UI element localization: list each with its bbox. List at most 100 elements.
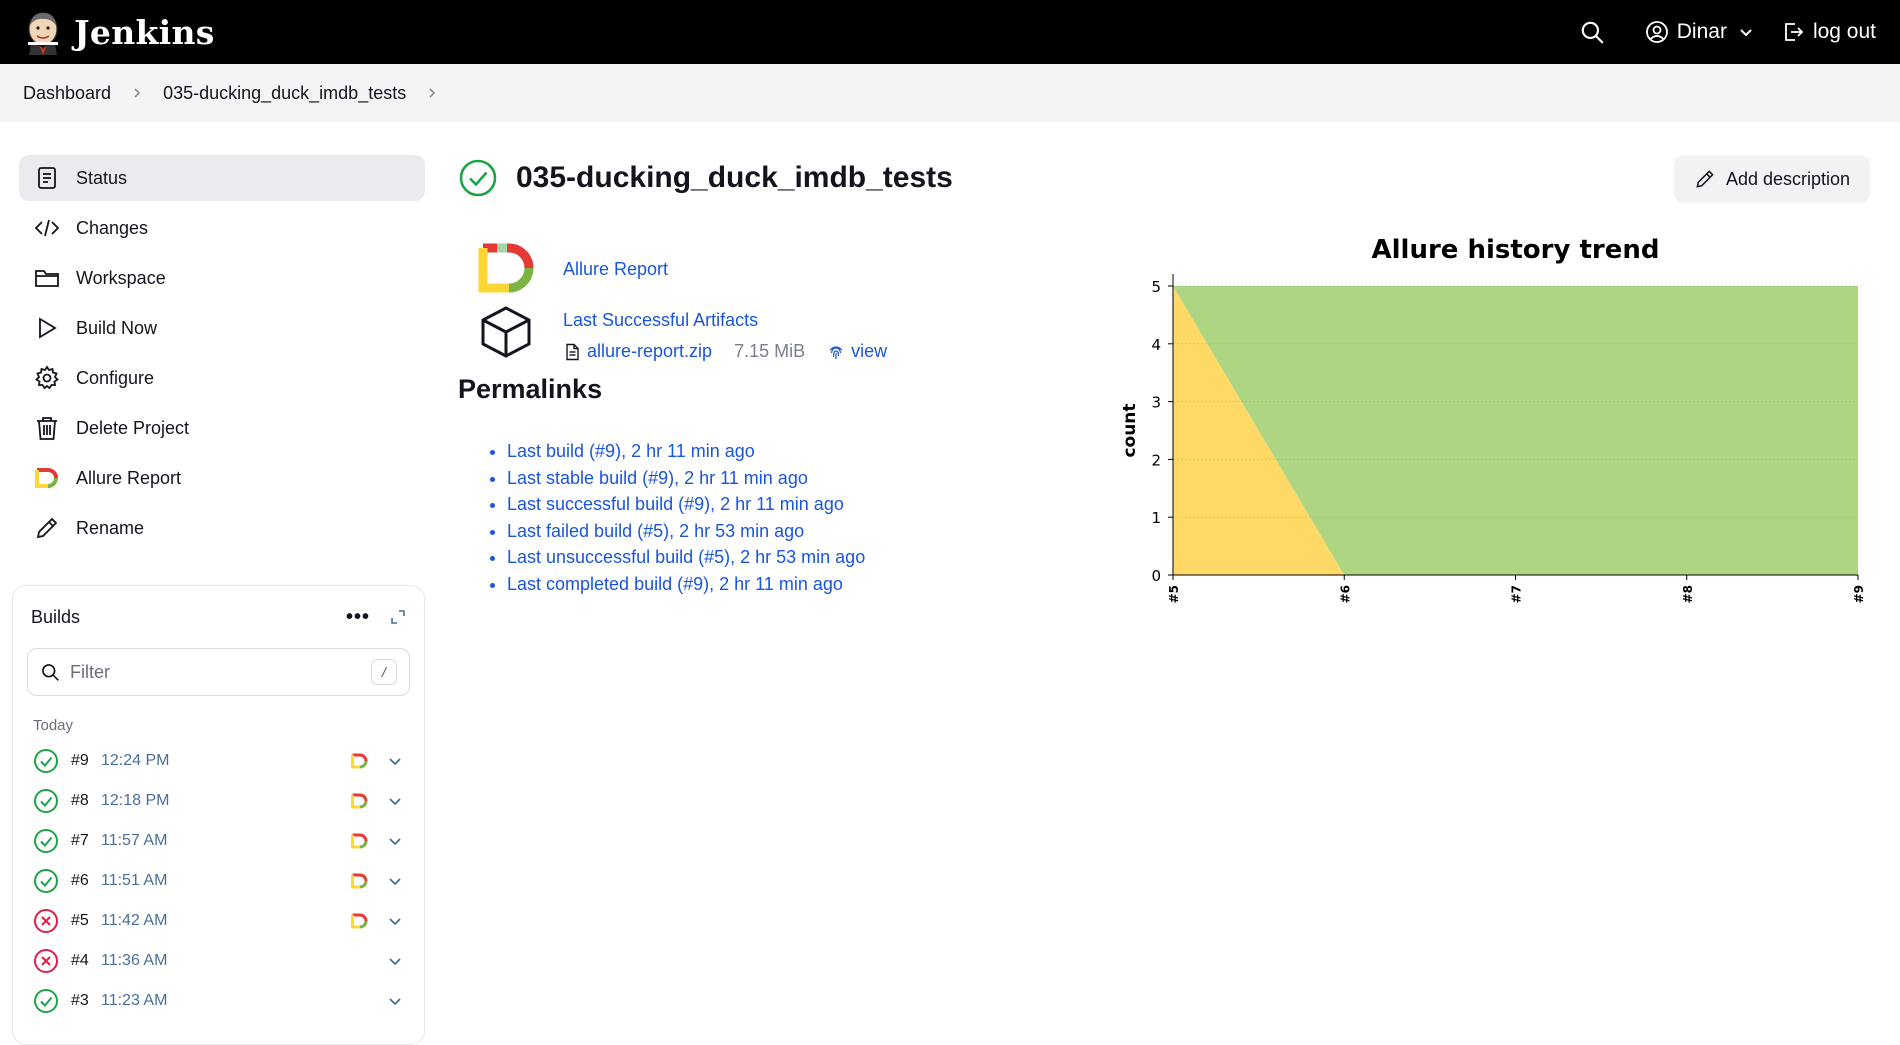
breadcrumb-project[interactable]: 035-ducking_duck_imdb_tests	[163, 83, 406, 104]
builds-panel: Builds ••• / Today #912:24 PM#812:18 PM#…	[12, 585, 425, 1045]
task-label: Workspace	[76, 267, 166, 288]
user-name: Dinar	[1676, 20, 1727, 43]
success-status-icon	[34, 869, 58, 893]
chevron-down-icon[interactable]	[388, 914, 402, 928]
build-time[interactable]: 12:18 PM	[101, 792, 350, 810]
user-menu[interactable]: Dinar	[1645, 20, 1753, 44]
success-status-icon	[34, 789, 58, 813]
trash-icon	[37, 417, 57, 440]
permalink-item[interactable]: Last build (#9), 2 hr 11 min ago	[507, 438, 865, 465]
chevron-down-icon[interactable]	[388, 874, 402, 888]
build-number[interactable]: #5	[71, 912, 101, 930]
task-label: Build Now	[76, 317, 158, 338]
build-number[interactable]: #8	[71, 792, 101, 810]
search-icon[interactable]	[1579, 19, 1605, 45]
logout-link[interactable]: log out	[1781, 20, 1876, 44]
artifact-size: 7.15 MiB	[734, 341, 806, 361]
chevron-down-icon[interactable]	[388, 834, 402, 848]
allure-icon[interactable]	[350, 911, 370, 931]
build-time[interactable]: 11:36 AM	[101, 952, 350, 970]
search-icon	[42, 664, 59, 681]
breadcrumb: Dashboard 035-ducking_duck_imdb_tests	[0, 64, 1900, 122]
allure-icon[interactable]	[350, 871, 370, 891]
allure-report-row: Allure Report	[477, 240, 668, 298]
chevron-down-icon[interactable]	[388, 794, 402, 808]
chevron-down-icon[interactable]	[388, 754, 402, 768]
permalink-item[interactable]: Last completed build (#9), 2 hr 11 min a…	[507, 571, 865, 598]
logout-label: log out	[1812, 20, 1876, 43]
allure-icon[interactable]	[350, 791, 370, 811]
build-number[interactable]: #3	[71, 992, 101, 1010]
build-time[interactable]: 11:42 AM	[101, 912, 350, 930]
breadcrumb-dashboard[interactable]: Dashboard	[23, 83, 111, 104]
jenkins-home-link[interactable]: Jenkins	[22, 9, 215, 55]
jenkins-logo-icon	[28, 12, 58, 55]
allure-icon	[478, 243, 534, 293]
code-icon	[34, 219, 60, 237]
task-workspace[interactable]: Workspace	[19, 255, 425, 301]
task-status[interactable]: Status	[19, 155, 425, 201]
chart-x-tick-label: #8	[1681, 585, 1695, 603]
build-time[interactable]: 11:51 AM	[101, 872, 350, 890]
permalink-item[interactable]: Last stable build (#9), 2 hr 11 min ago	[507, 465, 865, 492]
add-description-label: Add description	[1725, 168, 1851, 189]
build-number[interactable]: #7	[71, 832, 101, 850]
task-label: Delete Project	[76, 417, 190, 438]
allure-history-trend-chart[interactable]: Allure history trend 0 1 2 3 4 5 #5 #6 #7 #8 #9 coun…	[1120, 228, 1880, 618]
artifacts-row: Last Successful Artifacts allure-report.…	[477, 303, 887, 362]
task-delete-project[interactable]: Delete Project	[19, 405, 425, 451]
artifact-view-link[interactable]: view	[851, 341, 887, 362]
build-time[interactable]: 12:24 PM	[101, 752, 350, 770]
filter-shortcut: /	[371, 659, 397, 685]
permalinks-list: Last build (#9), 2 hr 11 min ago Last st…	[507, 438, 865, 597]
chevron-down-icon[interactable]	[388, 994, 402, 1008]
build-number[interactable]: #6	[71, 872, 101, 890]
chart-y-axis-label: count	[1120, 403, 1140, 457]
task-rename[interactable]: Rename	[19, 505, 425, 551]
permalinks-heading: Permalinks	[458, 374, 603, 404]
success-status-icon	[34, 989, 58, 1013]
chevron-right-icon[interactable]	[426, 87, 438, 99]
build-row[interactable]: #7 11:57 AM	[13, 821, 424, 861]
builds-title: Builds	[31, 606, 81, 627]
chart-y-tick-label: 1	[1151, 509, 1161, 527]
task-label: Changes	[76, 217, 149, 238]
build-number[interactable]: #4	[71, 952, 101, 970]
task-configure[interactable]: Configure	[19, 355, 425, 401]
more-options-button[interactable]: •••	[346, 606, 370, 629]
pencil-icon	[1696, 170, 1714, 188]
package-icon	[481, 306, 531, 358]
sidebar-tasks: Status Changes Workspace Build Now Confi…	[19, 155, 425, 555]
success-status-icon	[34, 749, 58, 773]
build-row[interactable]: #9 12:24 PM	[13, 741, 424, 781]
allure-icon[interactable]	[350, 831, 370, 851]
task-allure-report[interactable]: Allure Report	[19, 455, 425, 501]
task-label: Configure	[76, 367, 155, 388]
build-row[interactable]: #5 11:42 AM	[13, 901, 424, 941]
permalink-item[interactable]: Last failed build (#5), 2 hr 53 min ago	[507, 518, 865, 545]
build-row[interactable]: #8 12:18 PM	[13, 781, 424, 821]
chart-x-tick-label: #5	[1167, 585, 1181, 603]
filter-input[interactable]	[70, 661, 371, 683]
build-time[interactable]: 11:23 AM	[101, 992, 350, 1010]
build-number[interactable]: #9	[71, 752, 101, 770]
app-name: Jenkins	[74, 12, 215, 52]
expand-icon[interactable]	[390, 609, 406, 625]
build-row[interactable]: #4 11:36 AM	[13, 941, 424, 981]
user-icon	[1645, 21, 1668, 43]
permalink-item[interactable]: Last successful build (#9), 2 hr 11 min …	[507, 491, 865, 518]
add-description-button[interactable]: Add description	[1674, 155, 1870, 203]
artifact-file-link[interactable]: allure-report.zip	[587, 341, 712, 362]
allure-icon[interactable]	[350, 751, 370, 771]
task-changes[interactable]: Changes	[19, 205, 425, 251]
fingerprint-icon	[829, 345, 843, 359]
build-row[interactable]: #3 11:23 AM	[13, 981, 424, 1021]
chevron-down-icon[interactable]	[388, 954, 402, 968]
permalink-item[interactable]: Last unsuccessful build (#5), 2 hr 53 mi…	[507, 544, 865, 571]
task-label: Allure Report	[76, 467, 182, 488]
build-time[interactable]: 11:57 AM	[101, 832, 350, 850]
task-build-now[interactable]: Build Now	[19, 305, 425, 351]
last-successful-artifacts-link[interactable]: Last Successful Artifacts	[563, 310, 887, 331]
build-row[interactable]: #6 11:51 AM	[13, 861, 424, 901]
allure-report-link[interactable]: Allure Report	[563, 259, 668, 280]
